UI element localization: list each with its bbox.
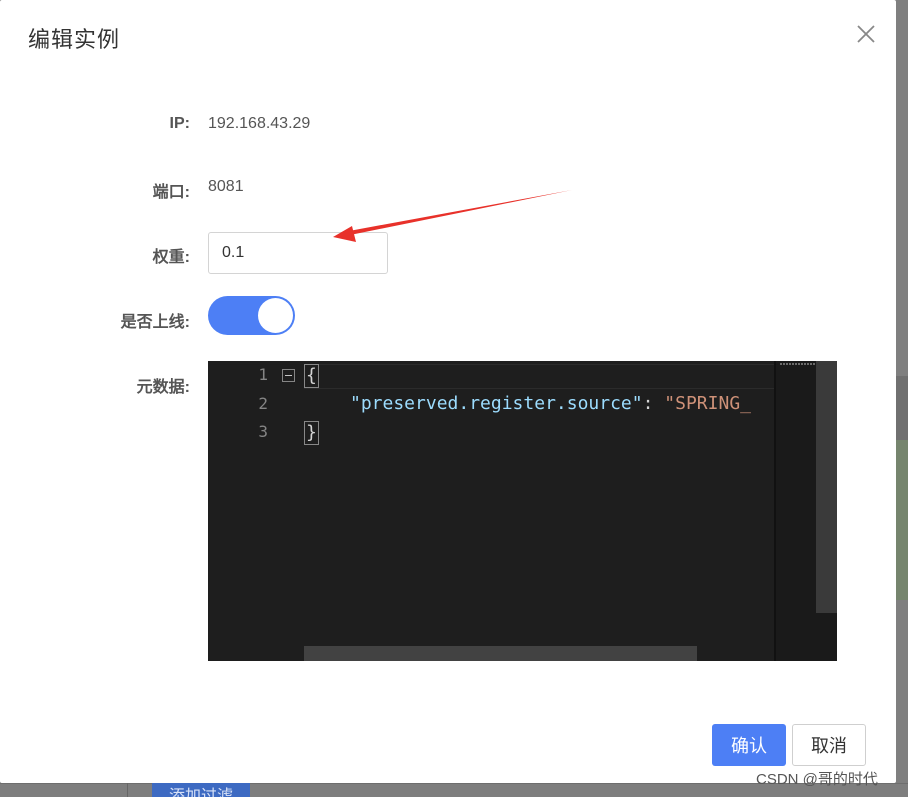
port-label: 端口: (152, 184, 190, 201)
line-number: 2 (258, 394, 268, 413)
csdn-watermark: CSDN @哥的时代 (756, 771, 878, 788)
weight-input[interactable] (208, 232, 388, 274)
port-value: 8081 (208, 178, 244, 195)
horizontal-scrollbar[interactable] (304, 646, 697, 661)
line-number: 1 (258, 365, 268, 384)
online-toggle[interactable] (208, 296, 295, 335)
dialog-title: 编辑实例 (28, 27, 121, 52)
json-key: "preserved.register.source" (350, 393, 643, 414)
close-brace: } (304, 421, 319, 445)
close-icon (857, 25, 875, 43)
toggle-knob (258, 298, 293, 333)
line-number: 3 (258, 422, 268, 441)
code-line-3: } (304, 421, 319, 445)
open-brace: { (304, 364, 319, 388)
background-strip (896, 376, 908, 440)
confirm-button[interactable]: 确认 (712, 724, 786, 766)
background-divider (127, 783, 128, 797)
json-value: "SPRING_ (664, 393, 751, 414)
ip-label: IP: (169, 115, 190, 132)
fold-collapse-icon[interactable] (282, 369, 295, 382)
online-label: 是否上线: (120, 314, 190, 331)
editor-minimap[interactable] (776, 361, 837, 661)
cancel-button[interactable]: 取消 (792, 724, 866, 766)
minimap-slider[interactable] (816, 361, 837, 613)
close-button[interactable] (852, 20, 880, 48)
add-filter-button: 添加过滤 (152, 783, 250, 797)
json-colon: : (642, 393, 665, 414)
minimap-preview (780, 363, 816, 365)
current-line-highlight (304, 364, 774, 389)
ip-value: 192.168.43.29 (208, 115, 311, 132)
code-line-1: { (304, 364, 319, 388)
edit-instance-dialog: 编辑实例 IP: 192.168.43.29 端口: 8081 权重: 是否上线… (0, 0, 896, 783)
editor-gutter: 1 2 3 (208, 361, 304, 661)
weight-label: 权重: (152, 249, 190, 266)
background-strip (896, 440, 908, 600)
metadata-label: 元数据: (136, 379, 190, 396)
metadata-code-editor[interactable]: 1 2 3 { "preserved.register.source": "SP… (208, 361, 837, 661)
code-line-2: "preserved.register.source": "SPRING_ (350, 393, 751, 414)
